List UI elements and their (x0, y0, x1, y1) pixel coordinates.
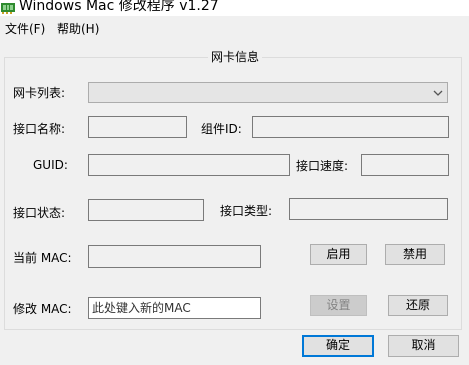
component-id-field (252, 116, 449, 138)
menu-file[interactable]: 文件(F) (5, 21, 45, 37)
network-card-icon (1, 2, 15, 14)
iface-name-label: 接口名称: (13, 122, 66, 136)
component-id-label: 组件ID: (201, 122, 242, 136)
menu-help[interactable]: 帮助(H) (57, 21, 99, 37)
enable-button[interactable]: 启用 (310, 244, 367, 265)
set-button: 设置 (310, 295, 367, 316)
cancel-button[interactable]: 取消 (388, 335, 459, 357)
current-mac-field (88, 245, 261, 268)
nic-list-dropdown[interactable] (88, 82, 448, 103)
iface-status-field (88, 199, 204, 221)
ok-button[interactable]: 确定 (302, 335, 374, 357)
window-title: Windows Mac 修改程序 v1.27 (19, 0, 219, 14)
new-mac-input[interactable]: 此处键入新的MAC (88, 297, 261, 319)
iface-name-field (88, 116, 187, 138)
guid-label: GUID: (33, 158, 68, 172)
current-mac-label: 当前 MAC: (13, 251, 72, 265)
iface-type-label: 接口类型: (220, 204, 273, 218)
groupbox-title: 网卡信息 (208, 49, 263, 65)
iface-type-field (289, 198, 448, 220)
disable-button[interactable]: 禁用 (385, 244, 445, 265)
nic-list-label: 网卡列表: (13, 86, 66, 100)
iface-speed-field (361, 154, 449, 176)
iface-status-label: 接口状态: (13, 206, 66, 220)
restore-button[interactable]: 还原 (388, 295, 448, 316)
guid-field (88, 154, 290, 176)
modify-mac-label: 修改 MAC: (13, 302, 72, 316)
iface-speed-label: 接口速度: (296, 159, 349, 173)
chevron-down-icon[interactable] (432, 87, 444, 97)
